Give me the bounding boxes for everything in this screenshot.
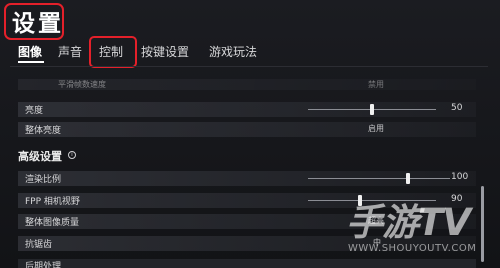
site-watermark: 手游TV WWW.SHOUYOUTV.COM <box>346 192 496 264</box>
setting-option-value[interactable]: 禁用 <box>368 79 384 90</box>
slider-value: 50 <box>451 103 463 113</box>
setting-label: FPP 相机视野 <box>25 197 80 207</box>
section-title-advanced: 高级设置 <box>18 150 62 163</box>
control-tab-highlight-box <box>89 36 137 68</box>
watermark-url: WWW.SHOUYOUTV.COM <box>348 243 477 254</box>
render-scale-slider-thumb[interactable] <box>406 173 410 184</box>
setting-label: 抗锯齿 <box>25 240 53 250</box>
setting-row-overall-brightness[interactable]: 整体亮度 启用 <box>18 122 476 137</box>
setting-row-render-scale: 渲染比例 100 <box>18 171 476 186</box>
settings-screen: 设置 图像 声音 控制 按键设置 游戏玩法 平滑帧数速度 禁用 亮度 50 整体… <box>0 0 500 268</box>
title-highlight-box <box>4 3 64 40</box>
active-tab-underline <box>18 61 44 63</box>
render-scale-slider-track[interactable] <box>308 178 450 179</box>
slider-value: 100 <box>451 172 469 182</box>
setting-row-brightness: 亮度 50 <box>18 102 476 117</box>
tabs-divider <box>10 66 488 67</box>
watermark-logo: 手游TV <box>346 201 471 244</box>
tab-gameplay[interactable]: 游戏玩法 <box>209 43 257 60</box>
setting-label: 平滑帧数速度 <box>58 80 106 89</box>
setting-row-smoothing[interactable]: 平滑帧数速度 禁用 <box>18 79 476 90</box>
setting-label: 渲染比例 <box>25 175 62 185</box>
tab-graphics[interactable]: 图像 <box>18 43 42 60</box>
tab-sound[interactable]: 声音 <box>58 43 82 60</box>
info-circle-icon[interactable]: i <box>68 151 76 159</box>
setting-label: 整体亮度 <box>25 126 62 136</box>
setting-option-value[interactable]: 启用 <box>368 123 384 134</box>
setting-label: 亮度 <box>25 106 44 116</box>
tab-key-bindings[interactable]: 按键设置 <box>141 43 189 60</box>
setting-label: 后期处理 <box>25 262 62 268</box>
setting-label: 整体图像质量 <box>25 218 80 228</box>
brightness-slider-thumb[interactable] <box>370 104 374 115</box>
